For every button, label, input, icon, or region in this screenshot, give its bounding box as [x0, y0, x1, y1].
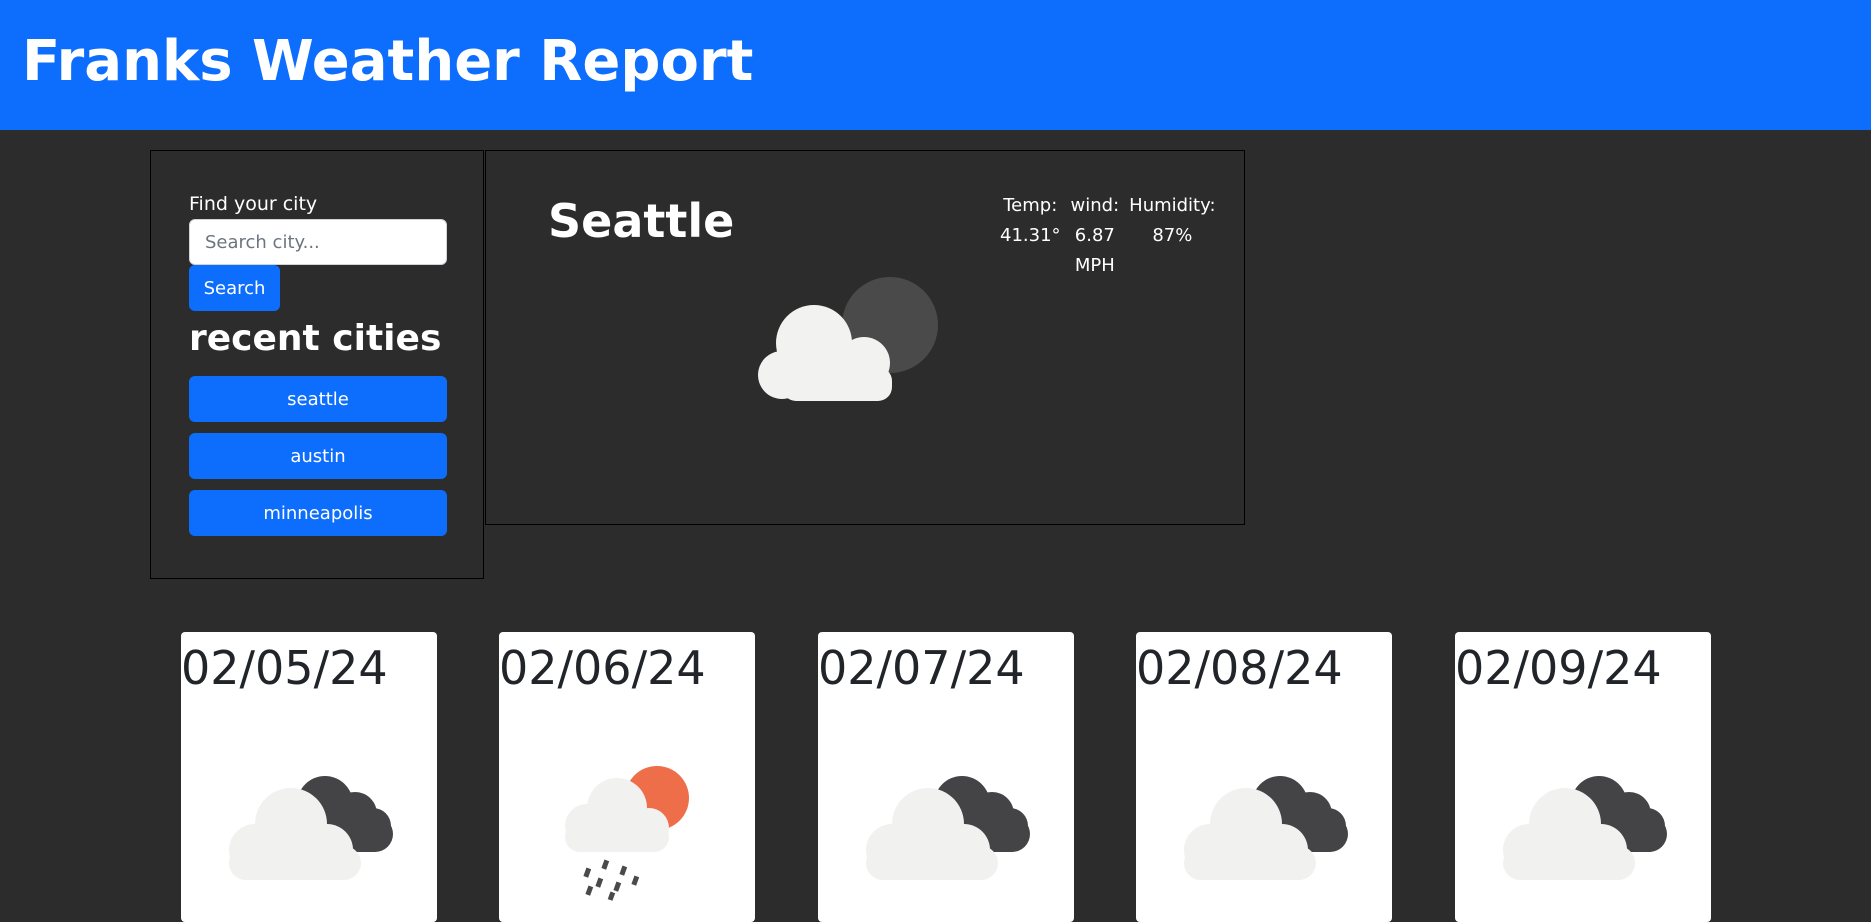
forecast-card: 02/08/24	[1136, 632, 1392, 922]
current-city-name: Seattle	[548, 194, 735, 248]
recent-city-button-seattle[interactable]: seattle	[189, 376, 447, 422]
search-button[interactable]: Search	[189, 265, 280, 311]
city-search-input[interactable]	[189, 219, 447, 265]
forecast-date: 02/06/24	[499, 641, 706, 695]
cloudy-icon	[1493, 768, 1677, 892]
cloudy-icon	[856, 768, 1040, 892]
forecast-date: 02/09/24	[1455, 641, 1662, 695]
forecast-card: 02/06/24	[499, 632, 755, 922]
temp-stat: Temp: 41.31°	[1000, 191, 1061, 281]
forecast-card: 02/07/24	[818, 632, 1074, 922]
cloudy-night-icon	[754, 271, 954, 415]
current-weather-stats: Temp: 41.31° wind: 6.87 MPH Humidity: 87…	[1000, 191, 1216, 281]
app-header: Franks Weather Report	[0, 0, 1871, 130]
rain-sun-icon	[557, 762, 707, 906]
recent-city-button-austin[interactable]: austin	[189, 433, 447, 479]
temp-value: 41.31°	[1000, 225, 1061, 246]
wind-value: 6.87 MPH	[1074, 225, 1115, 276]
recent-cities-heading: recent cities	[189, 318, 442, 359]
humidity-stat: Humidity: 87%	[1129, 191, 1215, 281]
temp-label: Temp:	[1003, 195, 1058, 216]
forecast-date: 02/07/24	[818, 641, 1025, 695]
forecast-date: 02/05/24	[181, 641, 388, 695]
wind-stat: wind: 6.87 MPH	[1071, 191, 1120, 281]
cloudy-icon	[219, 768, 403, 892]
forecast-date: 02/08/24	[1136, 641, 1343, 695]
wind-label: wind:	[1070, 195, 1120, 216]
humidity-label: Humidity:	[1129, 195, 1216, 216]
app-title: Franks Weather Report	[22, 29, 754, 94]
find-city-label: Find your city	[189, 193, 318, 215]
forecast-card: 02/05/24	[181, 632, 437, 922]
current-weather-panel: Seattle Temp: 41.31° wind: 6.87 MPH Humi…	[485, 150, 1245, 525]
cloudy-icon	[1174, 768, 1358, 892]
search-sidebar: Find your city Search recent cities seat…	[150, 150, 484, 579]
recent-city-button-minneapolis[interactable]: minneapolis	[189, 490, 447, 536]
forecast-card: 02/09/24	[1455, 632, 1711, 922]
humidity-value: 87%	[1152, 225, 1193, 246]
